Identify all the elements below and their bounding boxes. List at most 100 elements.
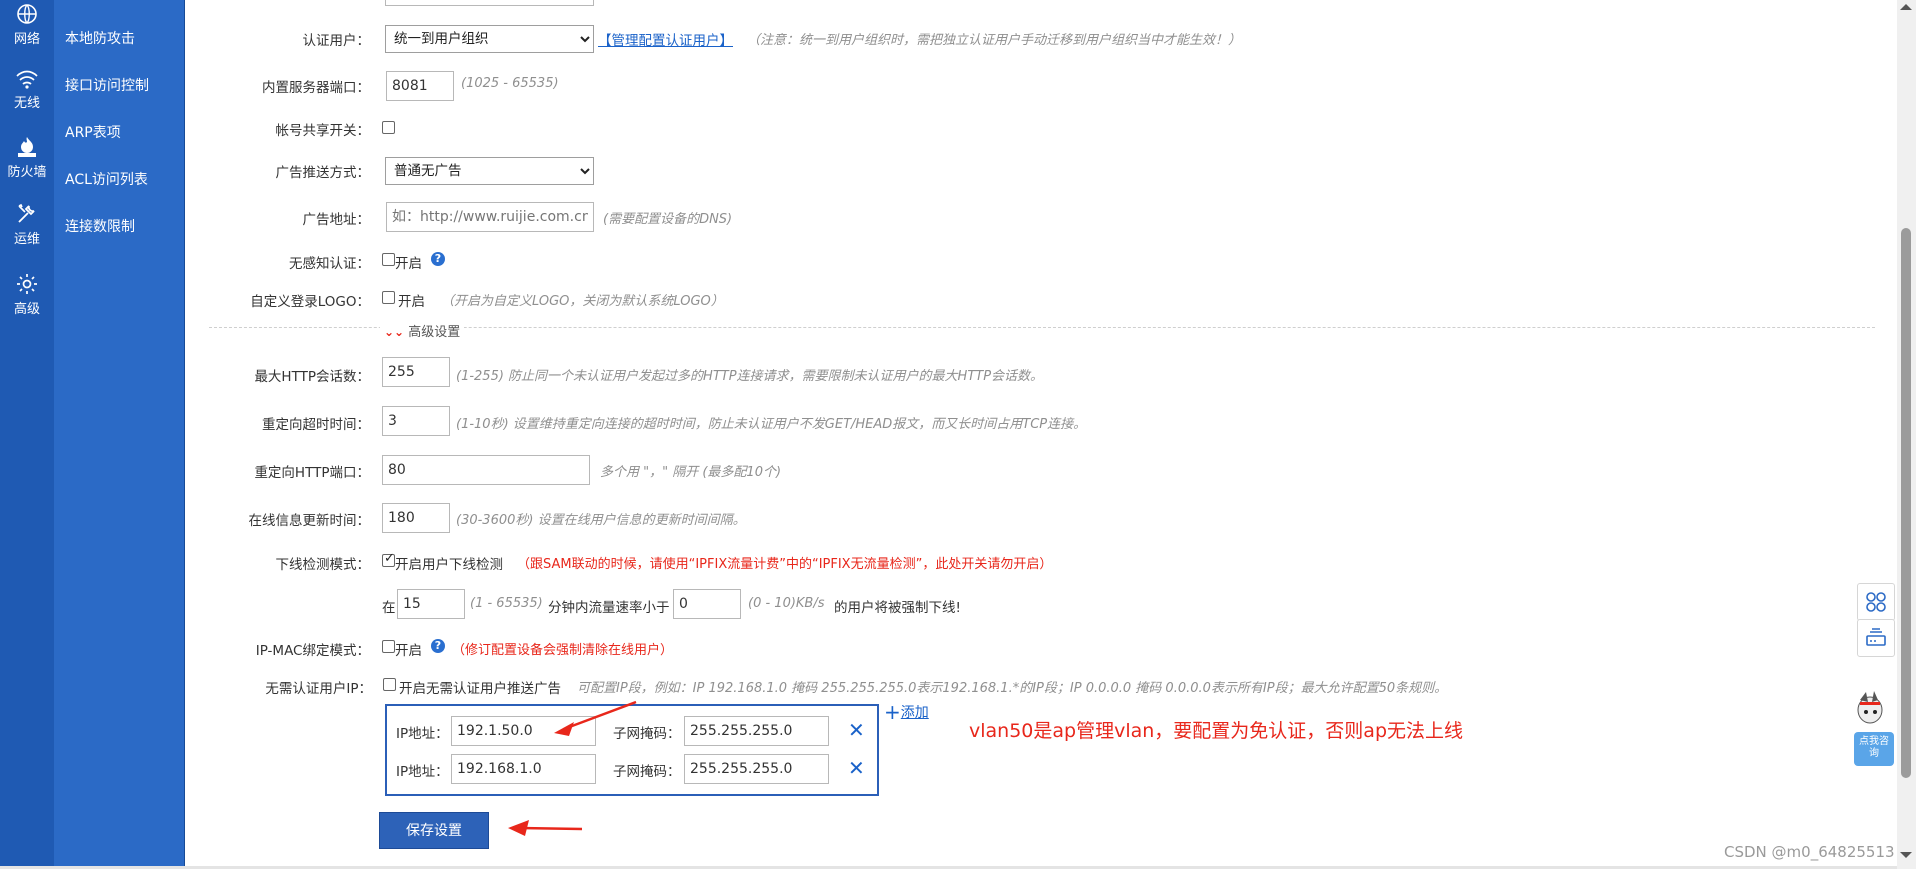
free-mask-input-2[interactable] — [684, 754, 829, 784]
ip-mac-checkbox[interactable] — [382, 640, 395, 653]
offline-rate-input[interactable] — [673, 589, 741, 619]
ip-mac-text: 开启 — [395, 643, 422, 659]
chevron-down-icon: ⌄⌄ — [384, 325, 405, 339]
help-icon[interactable]: ? — [431, 639, 445, 653]
save-button[interactable]: 保存设置 — [379, 812, 489, 849]
offline-suffix: 的用户将被强制下线! — [834, 600, 961, 616]
free-auth-hint: 可配置IP段，例如：IP 192.168.1.0 掩码 255.255.255.… — [577, 681, 1448, 696]
auth-user-select[interactable]: 统一到用户组织 — [385, 25, 594, 53]
offline-detect-label: 下线检测模式： — [275, 557, 371, 573]
arrow-annotation-icon — [554, 700, 637, 736]
tools-icon — [18, 203, 35, 223]
mascot-label: 点我咨询 — [1859, 736, 1889, 759]
rail-item-ops[interactable]: 运维 — [0, 202, 54, 247]
free-ip-input-2[interactable] — [451, 754, 596, 784]
free-auth-ad-text: 开启无需认证用户推送广告 — [399, 681, 561, 697]
firewall-icon — [18, 137, 36, 157]
scroll-thumb[interactable] — [1901, 228, 1911, 778]
ip-label: IP地址： — [396, 726, 449, 742]
add-rule-button[interactable]: +添加 — [884, 700, 929, 724]
auth-user-hint: （注意：统一到用户组织时，需把独立认证用户手动迁移到用户组织当中才能生效！） — [747, 33, 1242, 48]
server-port-label: 内置服务器端口： — [262, 80, 370, 96]
rail-label: 网络 — [13, 32, 40, 47]
apps-float-button[interactable] — [1857, 583, 1895, 621]
submenu-item-local-attack[interactable]: 本地防攻击 — [65, 28, 135, 48]
offline-rate-hint: (0 - 10)KB/s — [748, 596, 825, 611]
offline-prefix: 在 — [382, 600, 396, 616]
redirect-port-input[interactable] — [382, 455, 590, 485]
scroll-down-icon[interactable] — [1900, 852, 1912, 858]
free-auth-ad-checkbox[interactable] — [383, 678, 396, 691]
close-icon[interactable]: ✕ — [848, 758, 865, 778]
gear-icon — [17, 274, 37, 294]
submenu-item-connection-limit[interactable]: 连接数限制 — [65, 216, 135, 236]
seamless-auth-checkbox[interactable] — [382, 253, 395, 266]
ad-url-hint: (需要配置设备的DNS) — [603, 212, 733, 227]
seamless-auth-label: 无感知认证： — [289, 256, 370, 272]
close-icon[interactable]: ✕ — [848, 720, 865, 740]
rail-item-advanced[interactable]: 高级 — [0, 272, 54, 317]
manage-auth-users-link[interactable]: 【管理配置认证用户】 — [598, 29, 733, 49]
max-http-hint: (1-255) 防止同一个未认证用户发起过多的HTTP连接请求，需要限制未认证用… — [456, 369, 1044, 384]
account-share-checkbox[interactable] — [382, 121, 395, 134]
support-mascot[interactable]: 点我咨询 — [1848, 688, 1896, 770]
online-update-label: 在线信息更新时间： — [248, 513, 371, 529]
watermark: CSDN @m0_64825513 — [1724, 843, 1895, 861]
device-float-button[interactable] — [1857, 619, 1895, 657]
custom-logo-hint: （开启为自定义LOGO，关闭为默认系统LOGO） — [441, 294, 724, 309]
nav-rail: 网络 无线 防火墙 运维 高级 — [0, 0, 54, 869]
router-icon — [1866, 628, 1886, 646]
offline-detect-checkbox[interactable] — [382, 551, 395, 567]
offline-detect-warning: （跟SAM联动的时候，请使用“IPFIX流量计费”中的“IPFIX无流量检测”，… — [517, 557, 1053, 572]
offline-minutes-input[interactable] — [397, 589, 465, 619]
redirect-timeout-input[interactable] — [382, 406, 450, 436]
ad-url-label: 广告地址： — [302, 212, 371, 228]
ip-mac-label: IP-MAC绑定模式： — [255, 643, 370, 659]
rail-label: 防火墙 — [7, 165, 47, 180]
max-http-label: 最大HTTP会话数： — [254, 369, 370, 385]
free-mask-input-1[interactable] — [684, 716, 829, 746]
rail-label: 运维 — [13, 232, 40, 247]
redirect-timeout-hint: (1-10秒) 设置维持重定向连接的超时时间，防止未认证用户不发GET/HEAD… — [456, 417, 1087, 432]
plus-icon: + — [884, 700, 901, 724]
grid-icon — [1866, 592, 1886, 612]
advanced-toggle-label: 高级设置 — [408, 325, 461, 340]
offline-detect-text: 开启用户下线检测 — [395, 557, 503, 573]
rail-item-firewall[interactable]: 防火墙 — [0, 135, 54, 180]
ad-url-input[interactable] — [386, 202, 594, 232]
server-port-input[interactable] — [386, 71, 454, 101]
offline-mid-text: 分钟内流量速率小于 — [548, 600, 670, 616]
online-update-hint: (30-3600秒) 设置在线用户信息的更新时间间隔。 — [456, 513, 746, 528]
rail-item-wireless[interactable]: 无线 — [0, 68, 54, 111]
ip-mac-warning: （修订配置设备会强制清除在线用户） — [452, 643, 674, 658]
vertical-scrollbar[interactable] — [1897, 0, 1916, 869]
cutoff-input[interactable] — [385, 0, 594, 6]
submenu-item-interface-access[interactable]: 接口访问控制 — [65, 75, 149, 95]
max-http-input[interactable] — [382, 357, 450, 387]
rail-label: 无线 — [13, 96, 40, 111]
custom-logo-checkbox[interactable] — [382, 291, 395, 304]
mask-label: 子网掩码： — [613, 764, 681, 780]
free-auth-label: 无需认证用户IP： — [265, 681, 372, 697]
server-port-hint: (1025 - 65535) — [461, 76, 559, 91]
ad-mode-label: 广告推送方式： — [275, 165, 371, 181]
arrow-annotation-icon — [508, 820, 583, 836]
annotation-text: vlan50是ap管理vlan，要配置为免认证，否则ap无法上线 — [969, 720, 1464, 742]
ip-label: IP地址： — [396, 764, 449, 780]
advanced-toggle[interactable]: ⌄⌄ 高级设置 — [380, 321, 465, 340]
redirect-timeout-label: 重定向超时时间： — [262, 417, 370, 433]
globe-icon — [17, 4, 37, 24]
submenu-item-arp[interactable]: ARP表项 — [65, 122, 121, 142]
custom-logo-label: 自定义登录LOGO： — [250, 294, 370, 310]
redirect-port-label: 重定向HTTP端口： — [254, 465, 370, 481]
submenu-item-acl[interactable]: ACL访问列表 — [65, 169, 148, 189]
ad-mode-select[interactable]: 普通无广告 — [385, 157, 594, 185]
scroll-up-icon[interactable] — [1900, 4, 1912, 10]
online-update-input[interactable] — [382, 503, 450, 533]
help-icon[interactable]: ? — [431, 252, 445, 266]
wifi-icon — [16, 70, 38, 89]
rail-item-network[interactable]: 网络 — [0, 2, 54, 47]
auth-user-label: 认证用户： — [302, 33, 371, 49]
rail-label: 高级 — [13, 302, 40, 317]
account-share-label: 帐号共享开关： — [275, 123, 371, 139]
